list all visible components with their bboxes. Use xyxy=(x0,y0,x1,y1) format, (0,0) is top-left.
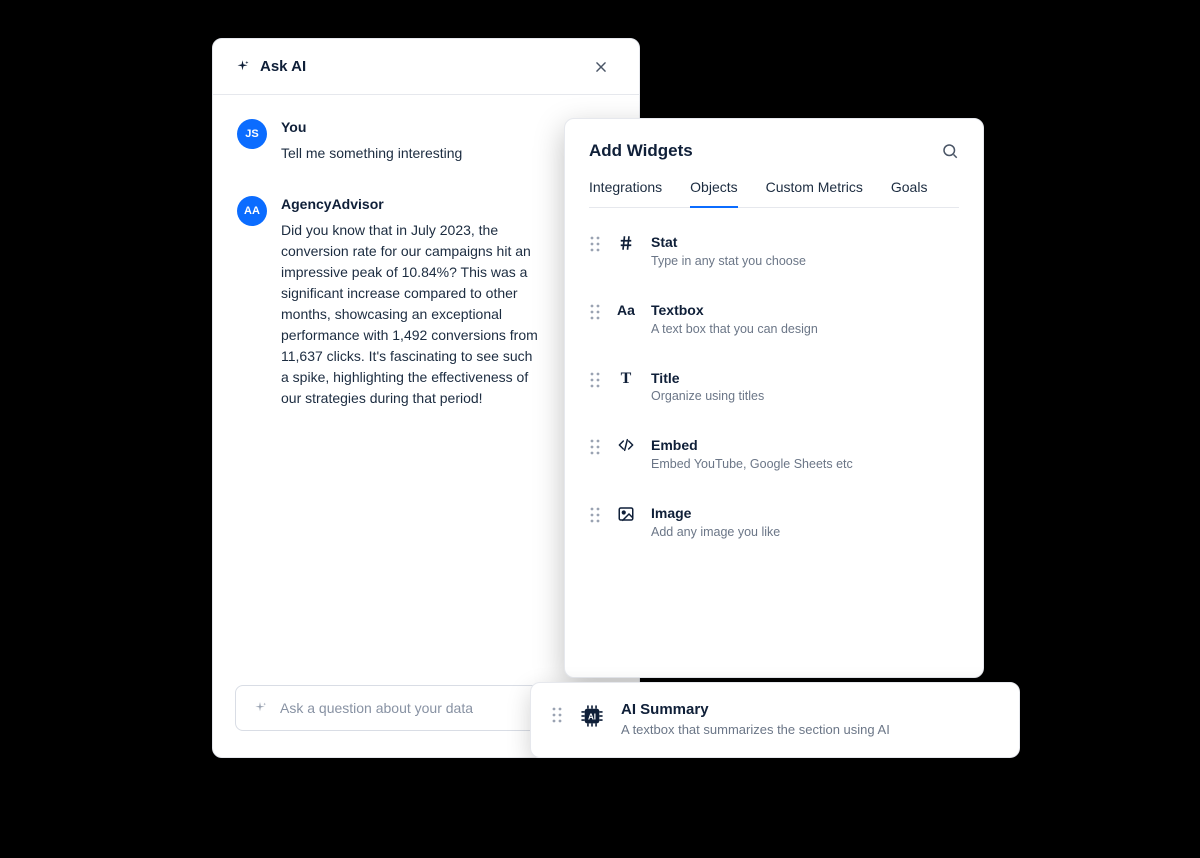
tab-goals[interactable]: Goals xyxy=(891,179,928,207)
chat-message-text: Did you know that in July 2023, the conv… xyxy=(281,220,541,409)
chat-message-text: Tell me something interesting xyxy=(281,143,541,164)
widget-textbox[interactable]: Aa Textbox A text box that you can desig… xyxy=(575,284,973,352)
widget-label: Image xyxy=(651,505,959,522)
sparkle-icon xyxy=(252,700,268,716)
drag-handle-icon[interactable] xyxy=(589,507,601,523)
drag-handle-icon[interactable] xyxy=(551,707,563,723)
widget-desc: Organize using titles xyxy=(651,389,959,403)
widget-desc: Add any image you like xyxy=(651,525,959,539)
widget-desc: Type in any stat you choose xyxy=(651,254,959,268)
embed-icon xyxy=(615,437,637,453)
widget-text: Textbox A text box that you can design xyxy=(651,302,959,336)
add-widgets-header: Add Widgets Integrations Objects Custom … xyxy=(565,119,983,208)
drag-handle-icon[interactable] xyxy=(589,304,601,320)
avatar: JS xyxy=(237,119,267,149)
widget-embed[interactable]: Embed Embed YouTube, Google Sheets etc xyxy=(575,419,973,487)
tab-custom-metrics[interactable]: Custom Metrics xyxy=(766,179,863,207)
sparkle-icon xyxy=(235,59,250,74)
tab-objects[interactable]: Objects xyxy=(690,179,737,207)
add-widgets-panel: Add Widgets Integrations Objects Custom … xyxy=(564,118,984,678)
search-button[interactable] xyxy=(941,142,959,160)
tab-integrations[interactable]: Integrations xyxy=(589,179,662,207)
widget-label: AI Summary xyxy=(621,701,890,719)
widget-text: Image Add any image you like xyxy=(651,505,959,539)
aa-icon: Aa xyxy=(615,302,637,318)
add-widgets-title-row: Add Widgets xyxy=(589,141,959,161)
widget-text: Title Organize using titles xyxy=(651,370,959,404)
widget-desc: Embed YouTube, Google Sheets etc xyxy=(651,457,959,471)
ask-ai-title-row: Ask AI xyxy=(235,58,306,75)
add-widgets-title: Add Widgets xyxy=(589,141,693,161)
hash-icon xyxy=(615,234,637,252)
widget-label: Embed xyxy=(651,437,959,454)
ask-ai-placeholder: Ask a question about your data xyxy=(280,700,473,716)
widget-tabs: Integrations Objects Custom Metrics Goal… xyxy=(589,179,959,208)
avatar: AA xyxy=(237,196,267,226)
widget-image[interactable]: Image Add any image you like xyxy=(575,487,973,555)
chat-message: JS You Tell me something interesting xyxy=(237,119,615,164)
ai-chip-icon: AI xyxy=(579,703,605,729)
drag-handle-icon[interactable] xyxy=(589,439,601,455)
widget-text: Embed Embed YouTube, Google Sheets etc xyxy=(651,437,959,471)
ask-ai-header: Ask AI xyxy=(213,39,639,95)
svg-text:AI: AI xyxy=(588,712,596,721)
widget-title[interactable]: T Title Organize using titles xyxy=(575,352,973,420)
widget-ai-summary[interactable]: AI AI Summary A textbox that summarizes … xyxy=(530,682,1020,758)
widget-label: Title xyxy=(651,370,959,387)
widget-desc: A textbox that summarizes the section us… xyxy=(621,722,890,737)
close-button[interactable] xyxy=(585,51,617,83)
image-icon xyxy=(615,505,637,523)
widget-label: Stat xyxy=(651,234,959,251)
widget-stat[interactable]: Stat Type in any stat you choose xyxy=(575,216,973,284)
widget-label: Textbox xyxy=(651,302,959,319)
drag-handle-icon[interactable] xyxy=(589,236,601,252)
drag-handle-icon[interactable] xyxy=(589,372,601,388)
chat-message: AA AgencyAdvisor Did you know that in Ju… xyxy=(237,196,615,409)
widget-desc: A text box that you can design xyxy=(651,322,959,336)
widget-text: Stat Type in any stat you choose xyxy=(651,234,959,268)
ask-ai-title: Ask AI xyxy=(260,58,306,75)
title-t-icon: T xyxy=(615,370,637,388)
widget-list: Stat Type in any stat you choose Aa Text… xyxy=(565,208,983,563)
widget-text: AI Summary A textbox that summarizes the… xyxy=(621,701,890,737)
